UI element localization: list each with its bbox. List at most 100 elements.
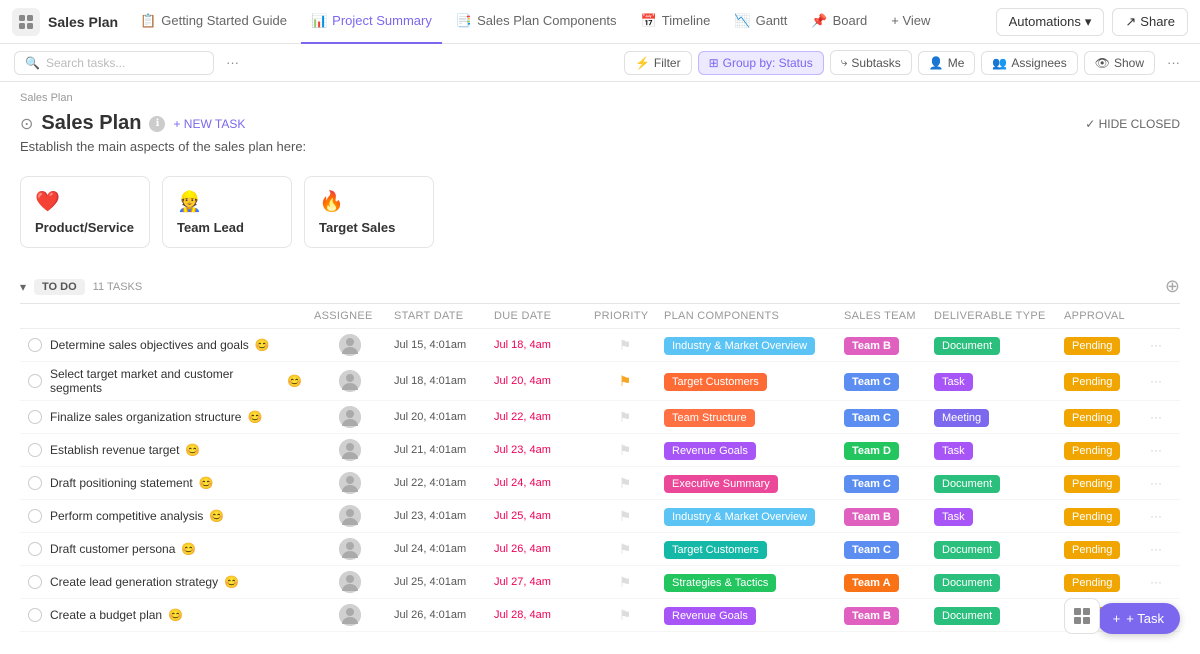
task-options[interactable]: ··· [1150, 575, 1180, 589]
task-assignee[interactable] [310, 406, 390, 428]
task-name[interactable]: Determine sales objectives and goals 😊 [50, 338, 310, 352]
subtasks-button[interactable]: ⤷ Subtasks [830, 50, 912, 75]
plan-badge[interactable]: Industry & Market Overview [664, 508, 815, 526]
plan-badge[interactable]: Industry & Market Overview [664, 337, 815, 355]
approval-badge[interactable]: Pending [1064, 442, 1120, 460]
plan-badge[interactable]: Target Customers [664, 541, 767, 559]
task-checkbox[interactable] [20, 542, 50, 556]
task-checkbox[interactable] [20, 410, 50, 424]
add-task-fab[interactable]: + + Task [1097, 603, 1180, 634]
me-button[interactable]: 👤 Me [918, 51, 976, 75]
tab-board[interactable]: 📌 Board [801, 0, 877, 44]
task-assignee[interactable] [310, 370, 390, 392]
task-name[interactable]: Draft positioning statement 😊 [50, 476, 310, 490]
automations-button[interactable]: Automations ▾ [996, 8, 1105, 36]
share-button[interactable]: ↗ Share [1112, 8, 1188, 36]
app-logo[interactable] [12, 8, 40, 36]
group-by-button[interactable]: ⊞ Group by: Status [698, 51, 824, 75]
task-options[interactable]: ··· [1150, 476, 1180, 490]
task-assignee[interactable] [310, 538, 390, 560]
approval-badge[interactable]: Pending [1064, 541, 1120, 559]
team-badge[interactable]: Team C [844, 475, 899, 493]
section-toggle[interactable]: ▾ [20, 280, 26, 294]
type-badge[interactable]: Task [934, 373, 973, 391]
task-checkbox[interactable] [20, 338, 50, 352]
tab-timeline[interactable]: 📅 Timeline [631, 0, 721, 44]
tab-project-summary[interactable]: 📊 Project Summary [301, 0, 442, 44]
team-badge[interactable]: Team C [844, 541, 899, 559]
approval-badge[interactable]: Pending [1064, 373, 1120, 391]
extra-options-icon[interactable]: ··· [1161, 51, 1186, 74]
type-badge[interactable]: Document [934, 475, 1000, 493]
team-badge[interactable]: Team B [844, 508, 899, 526]
task-assignee[interactable] [310, 604, 390, 626]
info-icon[interactable]: ℹ [149, 116, 165, 132]
add-view-button[interactable]: + View [881, 0, 940, 44]
plan-badge[interactable]: Revenue Goals [664, 442, 756, 460]
type-badge[interactable]: Task [934, 508, 973, 526]
card-target-sales[interactable]: 🔥 Target Sales [304, 176, 434, 248]
task-assignee[interactable] [310, 505, 390, 527]
type-badge[interactable]: Task [934, 442, 973, 460]
type-badge[interactable]: Document [934, 541, 1000, 559]
grid-view-fab[interactable] [1064, 598, 1100, 634]
assignees-button[interactable]: 👥 Assignees [981, 51, 1077, 75]
card-team-lead[interactable]: 👷 Team Lead [162, 176, 292, 248]
task-assignee[interactable] [310, 439, 390, 461]
more-options-icon[interactable]: ··· [220, 51, 245, 74]
task-options[interactable]: ··· [1150, 443, 1180, 457]
tab-gantt[interactable]: 📉 Gantt [724, 0, 797, 44]
team-badge[interactable]: Team B [844, 337, 899, 355]
approval-badge[interactable]: Pending [1064, 475, 1120, 493]
task-options[interactable]: ··· [1150, 410, 1180, 424]
task-name[interactable]: Create lead generation strategy 😊 [50, 575, 310, 589]
new-task-button[interactable]: + NEW TASK [173, 117, 245, 131]
task-checkbox[interactable] [20, 575, 50, 589]
type-badge[interactable]: Document [934, 607, 1000, 625]
card-product-service[interactable]: ❤️ Product/Service [20, 176, 150, 248]
type-badge[interactable]: Document [934, 337, 1000, 355]
task-options[interactable]: ··· [1150, 374, 1180, 388]
approval-badge[interactable]: Pending [1064, 508, 1120, 526]
plan-badge[interactable]: Target Customers [664, 373, 767, 391]
add-column-icon[interactable]: ⊕ [1165, 276, 1180, 297]
task-name[interactable]: Draft customer persona 😊 [50, 542, 310, 556]
task-priority[interactable]: ⚑ [590, 442, 660, 459]
type-badge[interactable]: Document [934, 574, 1000, 592]
task-priority[interactable]: ⚑ [590, 607, 660, 624]
team-badge[interactable]: Team C [844, 409, 899, 427]
task-name[interactable]: Finalize sales organization structure 😊 [50, 410, 310, 424]
task-checkbox[interactable] [20, 374, 50, 388]
tab-getting-started[interactable]: 📋 Getting Started Guide [130, 0, 297, 44]
task-name[interactable]: Create a budget plan 😊 [50, 608, 310, 622]
tab-sales-plan-components[interactable]: 📑 Sales Plan Components [446, 0, 627, 44]
task-priority[interactable]: ⚑ [590, 475, 660, 492]
plan-badge[interactable]: Revenue Goals [664, 607, 756, 625]
task-priority[interactable]: ⚑ [590, 541, 660, 558]
plan-badge[interactable]: Strategies & Tactics [664, 574, 776, 592]
task-options[interactable]: ··· [1150, 509, 1180, 523]
approval-badge[interactable]: Pending [1064, 409, 1120, 427]
type-badge[interactable]: Meeting [934, 409, 989, 427]
team-badge[interactable]: Team A [844, 574, 899, 592]
task-name[interactable]: Select target market and customer segmen… [50, 367, 310, 395]
task-priority[interactable]: ⚑ [590, 337, 660, 354]
show-button[interactable]: 👁 Show [1084, 51, 1155, 75]
team-badge[interactable]: Team C [844, 373, 899, 391]
task-options[interactable]: ··· [1150, 542, 1180, 556]
plan-badge[interactable]: Executive Summary [664, 475, 778, 493]
task-priority[interactable]: ⚑ [590, 574, 660, 591]
approval-badge[interactable]: Pending [1064, 574, 1120, 592]
task-options[interactable]: ··· [1150, 338, 1180, 352]
search-box[interactable]: 🔍 Search tasks... [14, 51, 214, 75]
task-checkbox[interactable] [20, 509, 50, 523]
task-priority[interactable]: ⚑ [590, 409, 660, 426]
approval-badge[interactable]: Pending [1064, 337, 1120, 355]
team-badge[interactable]: Team D [844, 442, 899, 460]
task-priority[interactable]: ⚑ [590, 508, 660, 525]
task-checkbox[interactable] [20, 443, 50, 457]
task-priority[interactable]: ⚑ [590, 373, 660, 390]
collapse-icon[interactable]: ⊙ [20, 114, 33, 134]
task-assignee[interactable] [310, 571, 390, 593]
task-assignee[interactable] [310, 472, 390, 494]
